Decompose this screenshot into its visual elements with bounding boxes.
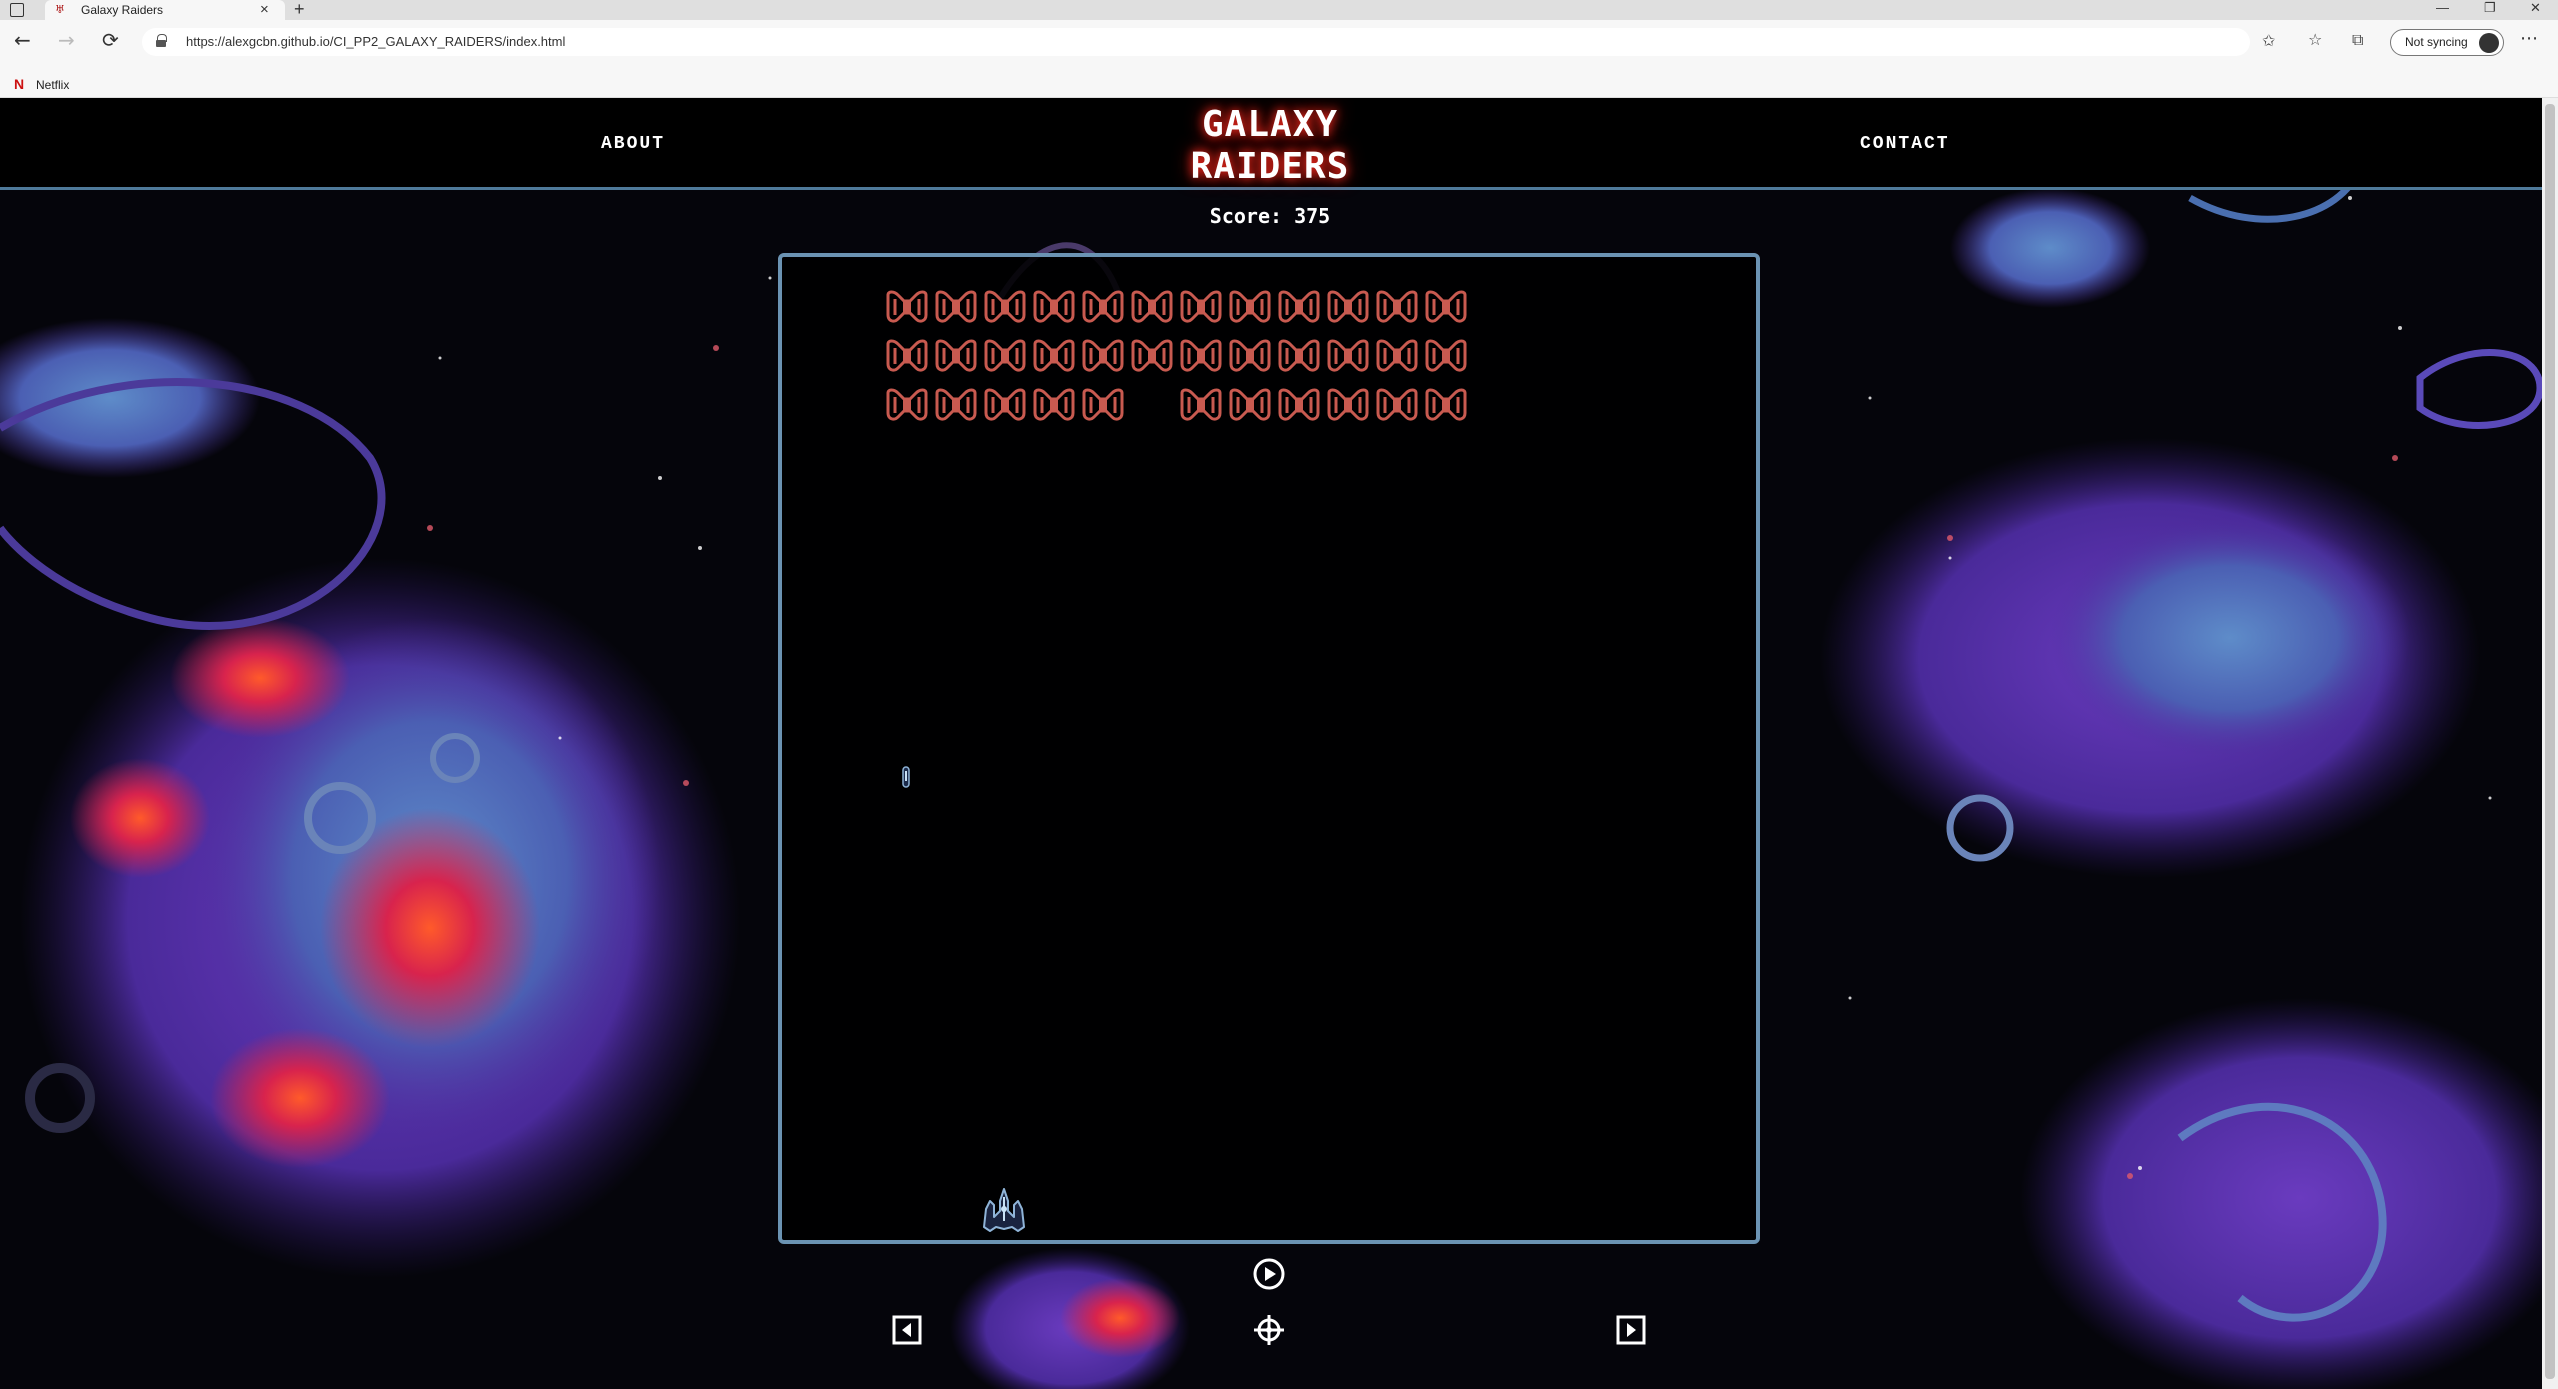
alien-icon: [886, 290, 928, 323]
alien-icon: [1278, 388, 1320, 421]
arrow-right-icon[interactable]: [1615, 1314, 1647, 1346]
nav-about-link[interactable]: ABOUT: [601, 134, 665, 154]
avatar: [2479, 33, 2499, 53]
alien-icon: [1327, 388, 1369, 421]
browser-tab-bar: ♅ Galaxy Raiders × + — ❐ ✕: [0, 0, 2558, 20]
page-viewport: ABOUT GALAXY RAIDERS CONTACT Score: 375: [0, 98, 2542, 1389]
alien-icon: [1376, 339, 1418, 372]
alien-icon: [984, 388, 1026, 421]
alien-icon: [1376, 290, 1418, 323]
url-text[interactable]: https://alexgcbn.github.io/CI_PP2_GALAXY…: [186, 34, 565, 49]
bookmark-netflix[interactable]: Netflix: [36, 78, 69, 92]
tab-title: Galaxy Raiders: [81, 3, 164, 17]
alien-icon: [1131, 339, 1173, 372]
netflix-icon[interactable]: N: [14, 76, 24, 92]
alien-icon: [1033, 339, 1075, 372]
crosshair-icon[interactable]: [1253, 1314, 1285, 1346]
alien-icon: [1278, 290, 1320, 323]
spaceship-icon: [983, 1188, 1025, 1232]
forward-button[interactable]: →: [58, 28, 75, 52]
alien-icon: [935, 339, 977, 372]
bookmarks-bar: N Netflix: [0, 71, 2558, 98]
alien-icon: [1033, 290, 1075, 323]
alien-icon: [984, 290, 1026, 323]
add-favorite-icon[interactable]: ✩: [2262, 31, 2275, 50]
tab-actions-icon[interactable]: [10, 3, 24, 17]
alien-icon: [1425, 388, 1467, 421]
alien-icon: [886, 339, 928, 372]
scrollbar-thumb[interactable]: [2545, 104, 2555, 1379]
maximize-button[interactable]: ❐: [2484, 0, 2496, 16]
alien-icon: [935, 290, 977, 323]
tab-close-icon[interactable]: ×: [260, 1, 269, 18]
favorites-icon[interactable]: ☆: [2308, 30, 2322, 49]
alien-icon: [1082, 388, 1124, 421]
collections-icon[interactable]: ⧉: [2352, 30, 2363, 50]
browser-toolbar: ← → ⟳ https://alexgcbn.github.io/CI_PP2_…: [0, 20, 2558, 71]
alien-icon: [1033, 388, 1075, 421]
profile-label: Not syncing: [2405, 35, 2468, 49]
lock-icon[interactable]: [156, 34, 167, 47]
missile-icon: [902, 766, 910, 788]
site-header: ABOUT GALAXY RAIDERS CONTACT: [0, 98, 2542, 190]
address-bar[interactable]: https://alexgcbn.github.io/CI_PP2_GALAXY…: [142, 28, 2275, 56]
logo-line-1: GALAXY: [1201, 104, 1339, 145]
alien-icon: [1180, 388, 1222, 421]
alien-icon: [1327, 290, 1369, 323]
logo-line-2: RAIDERS: [1190, 146, 1350, 187]
alien-icon: [1425, 339, 1467, 372]
new-tab-button[interactable]: +: [294, 0, 305, 20]
alien-icon: [984, 339, 1026, 372]
minimize-button[interactable]: —: [2436, 0, 2449, 15]
alien-icon: [1229, 339, 1271, 372]
profile-button[interactable]: Not syncing: [2390, 29, 2504, 56]
alien-icon: [1131, 290, 1173, 323]
alien-icon: [1327, 339, 1369, 372]
alien-icon: [1278, 339, 1320, 372]
back-button[interactable]: ←: [14, 28, 31, 52]
alien-icon: [886, 388, 928, 421]
alien-icon: [1082, 290, 1124, 323]
arrow-left-icon[interactable]: [891, 1314, 923, 1346]
alien-icon: [1425, 290, 1467, 323]
reload-button[interactable]: ⟳: [102, 28, 119, 52]
site-favicon-icon: ♅: [55, 3, 65, 16]
page-scrollbar[interactable]: [2542, 98, 2558, 1389]
more-options-icon[interactable]: ⋯: [2520, 28, 2538, 49]
alien-grid: [782, 257, 1756, 1240]
score-display: Score: 375: [1209, 204, 1331, 228]
nav-contact-link[interactable]: CONTACT: [1860, 134, 1950, 154]
alien-icon: [935, 388, 977, 421]
alien-icon: [1180, 339, 1222, 372]
play-icon[interactable]: [1253, 1258, 1285, 1290]
alien-icon: [1229, 290, 1271, 323]
alien-icon: [1376, 388, 1418, 421]
close-window-button[interactable]: ✕: [2530, 0, 2541, 16]
alien-icon: [1082, 339, 1124, 372]
browser-tab[interactable]: ♅ Galaxy Raiders ×: [45, 0, 285, 20]
site-logo[interactable]: GALAXY RAIDERS: [1170, 104, 1370, 188]
alien-icon: [1180, 290, 1222, 323]
alien-icon: [1229, 388, 1271, 421]
game-board[interactable]: [778, 253, 1760, 1244]
